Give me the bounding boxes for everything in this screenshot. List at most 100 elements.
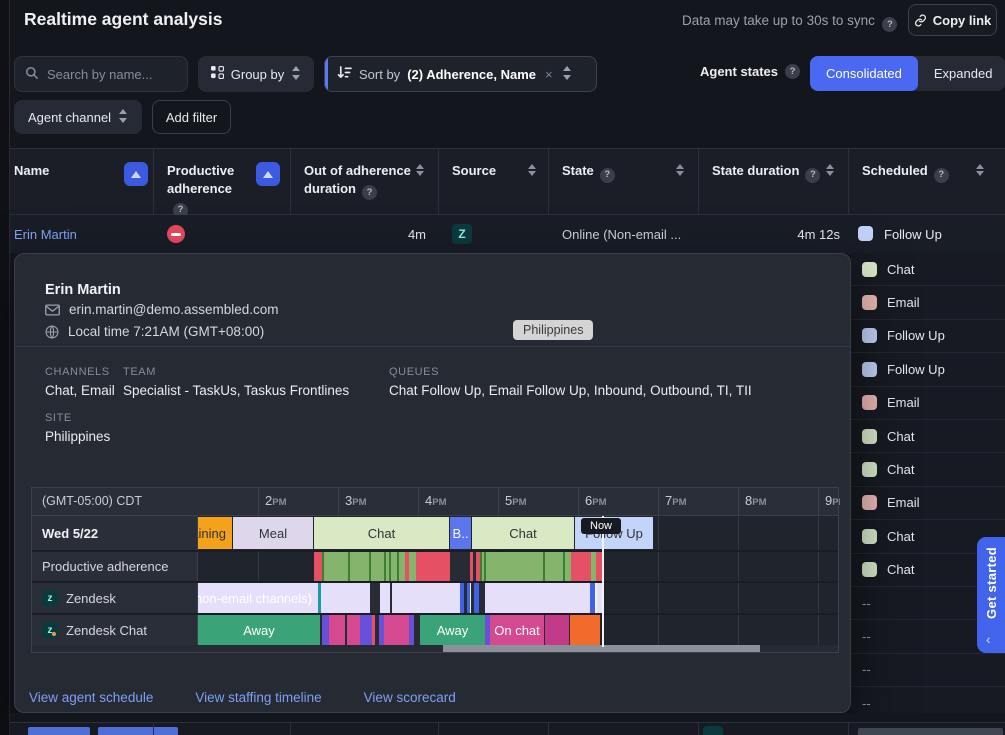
table-row[interactable]: Follow Up [851,353,1005,386]
schedule-block-training[interactable]: Training [198,517,232,549]
partial-name-text [98,727,178,735]
table-row[interactable]: Email [851,387,1005,420]
sort-active-accent [325,57,328,91]
scheduled-empty-value: -- [862,662,871,677]
hour-gridline [738,583,739,613]
hour-gridline [658,488,659,516]
agent-name-link[interactable]: Erin Martin [14,227,77,242]
hour-gridline [818,583,819,613]
column-header-out-of-adherence-duration[interactable]: Out of adherence duration? [304,162,416,200]
scheduled-label: Chat [887,429,914,444]
agent-states-help-icon[interactable]: ? [785,64,800,79]
hour-gridline [738,615,739,645]
toggle-expanded[interactable]: Expanded [918,56,1005,91]
hour-gridline [498,488,499,516]
toggle-consolidated[interactable]: Consolidated [810,56,918,91]
hour-gridline [658,615,659,645]
hour-gridline [738,552,739,581]
clear-sort-icon[interactable]: × [543,67,555,82]
timeline-row-schedule: Wed 5/22 TrainingMealChatB..ChatFollow U… [32,516,838,552]
sort-toggle-icon[interactable] [416,164,424,176]
view-staffing-timeline-link[interactable]: View staffing timeline [195,690,321,705]
hour-gridline [658,583,659,613]
sort-ascending-button[interactable] [256,162,280,186]
copy-link-button[interactable]: Copy link [908,4,997,36]
column-header-state[interactable]: State? [562,162,672,183]
column-help-icon[interactable]: ? [362,185,377,200]
scheduled-swatch [862,429,877,444]
column-header-name[interactable]: Name [14,162,126,180]
table-row[interactable]: Chat [851,253,1005,286]
column-header-state-duration[interactable]: State duration? [712,162,822,183]
zendesk-state-(non-email-channels)[interactable]: (non-email channels) [198,583,318,613]
table-row[interactable]: Follow Up [851,320,1005,353]
column-help-icon[interactable]: ? [934,168,949,183]
zendesk-state-segment [321,583,370,613]
adherence-segment [409,552,416,581]
column-header-scheduled[interactable]: Scheduled? [862,162,962,183]
adherence-row-label: Productive adherence [32,552,198,581]
table-row[interactable]: Email [851,286,1005,319]
view-agent-schedule-link[interactable]: View agent schedule [29,690,153,705]
zendesk-row-label: z Zendesk [32,583,198,613]
schedule-timeline-card: (GMT-05:00) CDT 2PM3PM4PM5PM6PM7PM8PM9PM… [31,487,839,653]
hour-gridline [258,488,259,516]
site-tooltip: Philippines [513,320,593,340]
table-row[interactable]: Chat [851,420,1005,453]
sort-toggle-icon[interactable] [826,164,834,176]
column-help-icon[interactable]: ? [600,168,615,183]
agent-state: Online (Non-email ... [562,227,681,242]
hour-gridline [578,488,579,516]
field-queues: QUEUESChat Follow Up, Email Follow Up, I… [389,366,752,398]
zendesk-chat-state-on-chat[interactable]: On chat [490,615,544,645]
agent-states-label: Agent states ? [700,64,800,79]
group-by-button[interactable]: Group by [198,56,314,92]
hour-gridline [258,552,259,581]
envelope-icon [45,304,60,316]
scheduled-swatch [862,562,877,577]
partial-state-text [858,728,1003,735]
add-filter-button[interactable]: Add filter [152,100,231,134]
schedule-block-b-[interactable]: B.. [450,517,471,549]
hour-gridline [418,488,419,516]
zendesk-state-segment [392,583,460,613]
sort-toggle-icon[interactable] [676,164,684,176]
adherence-segment [571,552,591,581]
table-row[interactable]: -- [851,654,1005,687]
table-row[interactable]: Email [851,487,1005,520]
field-site: SITEPhilippines [45,412,110,444]
now-marker-line [602,516,604,647]
view-scorecard-link[interactable]: View scorecard [364,690,456,705]
hour-label: 2PM [265,493,286,508]
scheduled-empty-value: -- [862,596,871,611]
partial-source-icon [703,726,723,735]
zendesk-state-segment [370,583,380,613]
scheduled-label: Email [887,495,920,510]
sort-ascending-button[interactable] [124,162,148,186]
schedule-block-meal[interactable]: Meal [233,517,313,549]
sort-toggle-icon[interactable] [528,164,536,176]
get-started-tab[interactable]: Get started ‹ [977,537,1005,653]
sort-pill[interactable]: Sort by (2) Adherence, Name × [324,56,597,92]
schedule-block-chat[interactable]: Chat [314,517,449,549]
scheduled-swatch [862,295,877,310]
zendesk-chat-state-away[interactable]: Away [420,615,485,645]
agent-channel-filter[interactable]: Agent channel [14,100,142,134]
column-help-icon[interactable]: ? [805,168,820,183]
field-team: TEAMSpecialist - TaskUs, Taskus Frontlin… [123,366,349,398]
zendesk-chat-state-away[interactable]: Away [198,615,320,645]
scheduled-swatch [862,262,877,277]
partial-name-text [28,727,90,735]
table-row[interactable]: Chat [851,453,1005,486]
column-header-source[interactable]: Source [452,162,522,180]
sort-toggle-icon[interactable] [976,164,984,176]
hour-gridline [658,516,659,550]
column-header-productive-adherence[interactable]: Productive adherence? [167,162,253,218]
sync-help-icon[interactable]: ? [882,17,897,32]
table-row-erin-martin[interactable]: Erin Martin 4m Z Online (Non-email ... 4… [10,215,1005,253]
hour-gridline [338,488,339,516]
search-input[interactable]: Search by name... [14,56,188,92]
table-row-partial[interactable] [10,722,1005,735]
scheduled-label: Chat [887,462,914,477]
schedule-block-chat[interactable]: Chat [472,517,574,549]
